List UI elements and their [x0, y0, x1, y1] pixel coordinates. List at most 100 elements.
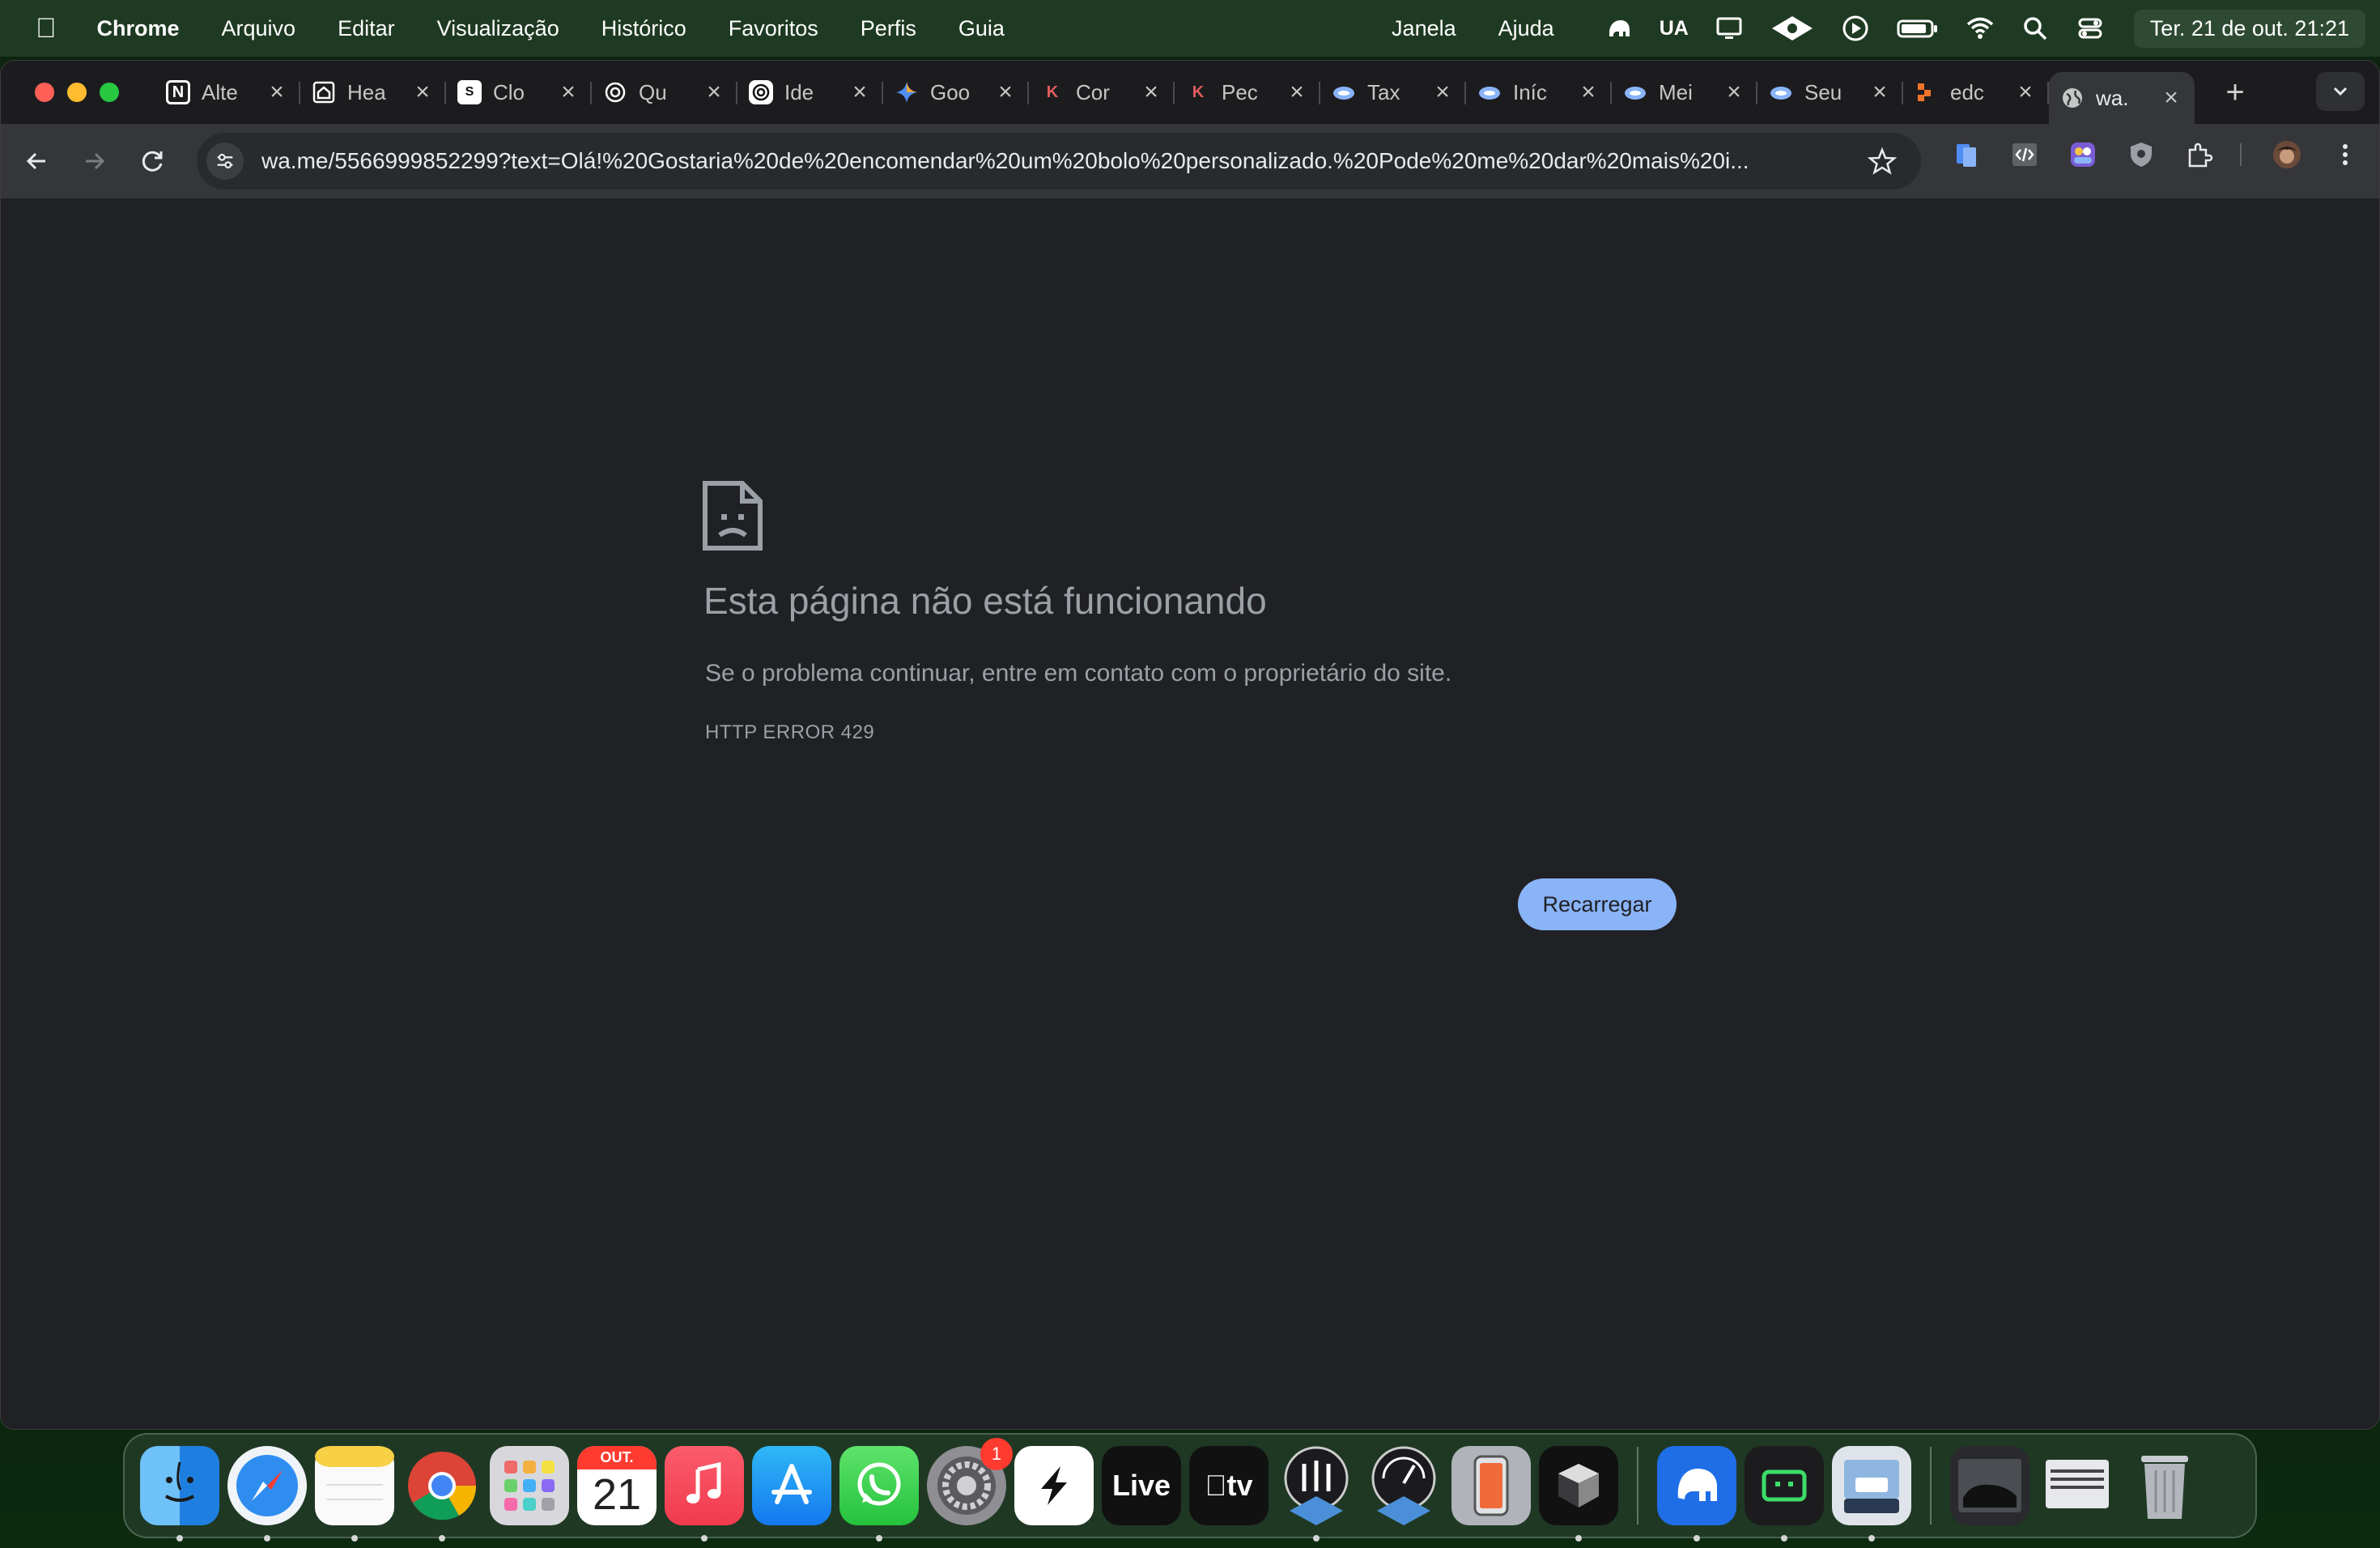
trash-icon[interactable] — [2125, 1446, 2204, 1525]
menu-editar[interactable]: Editar — [317, 16, 416, 41]
menu-janela[interactable]: Janela — [1371, 16, 1477, 41]
close-tab-icon[interactable]: × — [993, 79, 1018, 106]
tab-edc[interactable]: edc × — [1903, 69, 2049, 116]
forward-button[interactable] — [66, 132, 124, 190]
iphone-mirroring-icon[interactable] — [1451, 1446, 1531, 1525]
apple-menu-icon[interactable]:  — [0, 13, 76, 45]
spotlight-search-icon[interactable] — [2021, 14, 2050, 43]
close-tab-icon[interactable]: × — [1139, 79, 1163, 106]
safari-icon[interactable] — [227, 1446, 307, 1542]
site-settings-icon[interactable] — [206, 142, 244, 180]
tab-mei[interactable]: Mei × — [1612, 69, 1757, 116]
more-menu-icon[interactable] — [2329, 138, 2361, 171]
system-settings-icon[interactable]: 1 — [927, 1438, 1013, 1525]
photo-stack-icon[interactable] — [1950, 1446, 2029, 1525]
whatsapp-icon[interactable] — [839, 1446, 919, 1542]
battery-icon[interactable] — [1896, 14, 1940, 43]
downloads-stack-icon[interactable] — [2038, 1446, 2117, 1525]
ua-status-label[interactable]: UA — [1660, 14, 1689, 43]
capcut-icon[interactable] — [1014, 1446, 1094, 1525]
extension-avatar-group-icon[interactable] — [2067, 138, 2099, 171]
extension-code-icon[interactable] — [2008, 138, 2041, 171]
notes-icon[interactable] — [315, 1446, 394, 1542]
cube-app-icon[interactable] — [1539, 1446, 1618, 1542]
close-window-button[interactable] — [35, 83, 54, 102]
close-tab-icon[interactable]: × — [1722, 79, 1746, 106]
ua-console-icon[interactable] — [1277, 1446, 1356, 1542]
close-tab-icon[interactable]: × — [1285, 79, 1309, 106]
preview-app-icon[interactable] — [1832, 1446, 1911, 1542]
tab-ide[interactable]: Ide × — [737, 69, 883, 116]
tab-qu[interactable]: Qu × — [592, 69, 737, 116]
control-center-icon[interactable] — [2076, 14, 2105, 43]
tab-tax[interactable]: Tax × — [1320, 69, 1466, 116]
close-tab-icon[interactable]: × — [2013, 79, 2038, 106]
extension-shield-icon[interactable] — [2125, 138, 2157, 171]
close-tab-icon[interactable]: × — [1430, 79, 1455, 106]
ua-meter-icon[interactable] — [1364, 1446, 1443, 1525]
tab-inic[interactable]: Iníc × — [1466, 69, 1612, 116]
tab-label: Qu — [639, 79, 667, 104]
elephant-status-icon[interactable] — [1604, 14, 1634, 43]
app-store-icon[interactable] — [752, 1446, 831, 1525]
tab-clo[interactable]: S Clo × — [446, 69, 592, 116]
menu-perfis[interactable]: Perfis — [839, 16, 937, 41]
launchpad-icon[interactable] — [490, 1446, 569, 1525]
music-icon[interactable] — [665, 1446, 744, 1542]
minimize-window-button[interactable] — [67, 83, 87, 102]
wifi-icon[interactable] — [1966, 14, 1995, 43]
close-tab-icon[interactable]: × — [848, 79, 872, 106]
ableton-live-icon[interactable]: Live — [1102, 1446, 1181, 1525]
new-tab-button[interactable]: + — [2217, 74, 2253, 111]
apple-tv-icon[interactable]: tv — [1189, 1446, 1269, 1525]
tab-goo[interactable]: Goo × — [883, 69, 1029, 116]
close-tab-icon[interactable]: × — [265, 79, 289, 106]
tab-cor[interactable]: K Cor × — [1029, 69, 1175, 116]
tab-alte[interactable]: N Alte × — [155, 69, 300, 116]
menu-arquivo[interactable]: Arquivo — [201, 16, 317, 41]
reload-page-button[interactable]: Recarregar — [1518, 878, 1677, 930]
calendar-day: 21 — [592, 1470, 642, 1519]
close-tab-icon[interactable]: × — [1868, 79, 1892, 106]
tab-label: Hea — [347, 79, 386, 104]
finder-icon[interactable] — [140, 1446, 219, 1542]
close-tab-icon[interactable]: × — [1576, 79, 1600, 106]
calendar-icon[interactable]: OUT. 21 — [577, 1446, 657, 1525]
k-icon: K — [1046, 83, 1059, 101]
close-tab-icon[interactable]: × — [556, 79, 580, 106]
extension-blue-doc-icon[interactable] — [1950, 138, 1983, 171]
close-tab-icon[interactable]: × — [702, 79, 726, 106]
terminal-green-icon[interactable] — [1745, 1446, 1824, 1542]
tab-search-button[interactable] — [2316, 72, 2365, 111]
chrome-icon[interactable] — [402, 1446, 482, 1542]
menubar-clock[interactable]: Ter. 21 de out. 21:21 — [2133, 9, 2365, 48]
diamond-status-icon[interactable] — [1770, 14, 1815, 43]
close-tab-icon[interactable]: × — [410, 79, 435, 106]
menu-visualizacao[interactable]: Visualização — [416, 16, 580, 41]
zoom-window-button[interactable] — [100, 83, 119, 102]
menu-historico[interactable]: Histórico — [580, 16, 708, 41]
play-status-icon[interactable] — [1841, 14, 1870, 43]
openai-icon — [603, 80, 627, 104]
tab-hea[interactable]: Hea × — [300, 69, 446, 116]
menu-ajuda[interactable]: Ajuda — [1477, 16, 1575, 41]
address-bar[interactable]: wa.me/5566999852299?text=Olá!%20Gostaria… — [197, 133, 1921, 189]
url-text[interactable]: wa.me/5566999852299?text=Olá!%20Gostaria… — [261, 148, 1848, 174]
menu-favoritos[interactable]: Favoritos — [708, 16, 839, 41]
notion-icon: N — [166, 80, 190, 104]
menu-guia[interactable]: Guia — [937, 16, 1026, 41]
bookmark-star-icon[interactable] — [1867, 147, 1898, 180]
menu-app-name[interactable]: Chrome — [76, 16, 201, 41]
profile-avatar[interactable] — [2271, 138, 2303, 171]
tab-seu[interactable]: Seu × — [1757, 69, 1903, 116]
tab-wa-active[interactable]: wa. × — [2049, 72, 2195, 124]
elephant-app-icon[interactable] — [1657, 1446, 1736, 1542]
back-button[interactable] — [7, 132, 66, 190]
extensions-puzzle-icon[interactable] — [2183, 138, 2216, 171]
tab-pec[interactable]: K Pec × — [1175, 69, 1320, 116]
reload-button[interactable] — [124, 132, 182, 190]
close-tab-icon[interactable]: × — [2159, 84, 2183, 112]
tab-label: wa. — [2096, 85, 2129, 110]
display-status-icon[interactable] — [1715, 14, 1744, 43]
house-icon — [312, 80, 336, 104]
